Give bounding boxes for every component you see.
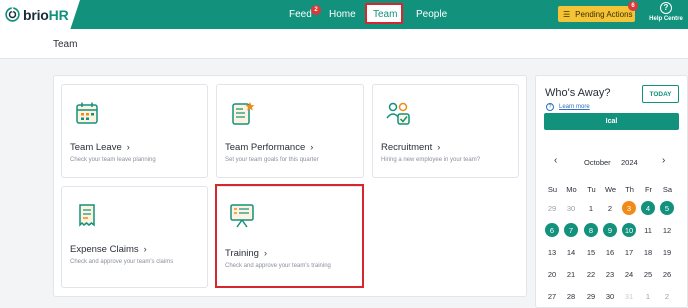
training-highlight-box — [215, 184, 364, 288]
nav-team[interactable]: Team — [373, 9, 397, 20]
calendar-day[interactable]: 3 — [622, 201, 636, 215]
calendar-day[interactable]: 23 — [603, 267, 617, 281]
weekday-label: Tu — [587, 185, 596, 194]
pending-badge: 6 — [628, 1, 638, 11]
chevron-left-icon[interactable]: ‹ — [554, 155, 557, 166]
calendar-day[interactable]: 6 — [545, 223, 559, 237]
calendar-day[interactable]: 13 — [545, 245, 559, 259]
calendar-day[interactable]: 21 — [564, 267, 578, 281]
learn-more-link[interactable]: ? Learn more — [546, 103, 590, 111]
page-title: Team — [53, 39, 78, 50]
calendar-day[interactable]: 25 — [641, 267, 655, 281]
calendar-day[interactable]: 4 — [641, 201, 655, 215]
chevron-right-icon[interactable]: › — [662, 155, 665, 166]
chevron-right-icon: › — [437, 142, 441, 152]
weekday-label: Mo — [566, 185, 577, 194]
help-icon: ? — [660, 2, 672, 14]
today-button[interactable]: TODAY — [642, 85, 679, 103]
calendar-day[interactable]: 19 — [660, 245, 674, 259]
weekday-label: Su — [547, 185, 558, 194]
calendar-day[interactable]: 16 — [603, 245, 617, 259]
calendar-day[interactable]: 26 — [660, 267, 674, 281]
calendar-day[interactable]: 10 — [622, 223, 636, 237]
help-centre-button[interactable]: ? Help Centre — [648, 2, 684, 22]
calendar-day[interactable]: 24 — [622, 267, 636, 281]
calendar-day[interactable]: 2 — [660, 289, 674, 303]
expense-claims-card[interactable]: Expense Claims › Check and approve your t… — [61, 186, 208, 288]
nav-home[interactable]: Home — [329, 9, 356, 20]
chevron-right-icon: › — [126, 142, 130, 152]
calendar-day[interactable]: 30 — [564, 201, 578, 215]
recruitment-title: Recruitment › — [381, 142, 441, 153]
chevron-right-icon: › — [143, 244, 147, 254]
calendar-day[interactable]: 12 — [660, 223, 674, 237]
calendar-day[interactable]: 18 — [641, 245, 655, 259]
calendar-day[interactable]: 14 — [564, 245, 578, 259]
learn-more-label: Learn more — [559, 104, 590, 110]
whos-away-title: Who's Away? — [545, 87, 611, 99]
calendar-day[interactable]: 29 — [584, 289, 598, 303]
calendar-day[interactable]: 22 — [584, 267, 598, 281]
calendar-day[interactable]: 15 — [584, 245, 598, 259]
calendar-month[interactable]: October — [584, 158, 611, 167]
team-performance-card[interactable]: Team Performance › Set your team goals fo… — [216, 84, 364, 178]
weekday-label: Sa — [662, 185, 673, 194]
calendar-day[interactable]: 8 — [584, 223, 598, 237]
calendar-day[interactable]: 1 — [641, 289, 655, 303]
calendar-day[interactable]: 2 — [603, 201, 617, 215]
page-header — [0, 29, 688, 59]
logo[interactable]: brioHR — [0, 0, 80, 29]
team-leave-desc: Check your team leave planning — [70, 157, 156, 163]
weekday-label: Th — [625, 185, 634, 194]
calendar-day[interactable]: 9 — [603, 223, 617, 237]
team-performance-title: Team Performance › — [225, 142, 314, 153]
recruitment-desc: Hiring a new employee in your team? — [381, 157, 481, 163]
calendar-day[interactable]: 1 — [584, 201, 598, 215]
calendar-day[interactable]: 29 — [545, 201, 559, 215]
expense-claims-desc: Check and approve your team's claims — [70, 259, 174, 265]
expense-claims-title: Expense Claims › — [70, 244, 147, 255]
weekday-label: Fr — [644, 185, 653, 194]
calendar-day[interactable]: 11 — [641, 223, 655, 237]
list-icon: ☰ — [563, 9, 571, 19]
people-check-icon — [386, 102, 410, 125]
brio-logo-icon — [5, 7, 20, 22]
team-leave-card[interactable]: Team Leave › Check your team leave planni… — [61, 84, 208, 178]
calendar-day[interactable]: 17 — [622, 245, 636, 259]
calendar-day[interactable]: 27 — [545, 289, 559, 303]
question-circle-icon: ? — [546, 103, 554, 111]
feed-badge: 2 — [311, 5, 321, 15]
weekday-label: We — [604, 185, 617, 194]
calendar-day[interactable]: 20 — [545, 267, 559, 281]
chevron-right-icon: › — [310, 142, 314, 152]
calendar-year[interactable]: 2024 — [621, 158, 638, 167]
nav-people[interactable]: People — [416, 9, 447, 20]
pending-actions-label: Pending Actions — [575, 9, 633, 19]
recruitment-card[interactable]: Recruitment › Hiring a new employee in yo… — [372, 84, 519, 178]
calendar-day[interactable]: 31 — [622, 289, 636, 303]
team-leave-title: Team Leave › — [70, 142, 130, 153]
calendar-day[interactable]: 28 — [564, 289, 578, 303]
team-performance-desc: Set your team goals for this quarter — [225, 157, 319, 163]
calendar-day[interactable]: 7 — [564, 223, 578, 237]
calendar-day[interactable]: 30 — [603, 289, 617, 303]
ical-button[interactable]: Ical — [544, 113, 679, 130]
calendar-day[interactable]: 5 — [660, 201, 674, 215]
receipt-icon — [79, 204, 95, 227]
nav-feed[interactable]: Feed — [289, 9, 312, 20]
pending-actions-button[interactable]: ☰ Pending Actions — [558, 6, 635, 22]
brand-name: brioHR — [23, 6, 69, 23]
performance-chart-icon — [232, 102, 255, 125]
calendar-icon — [76, 102, 98, 124]
help-centre-label: Help Centre — [649, 16, 683, 22]
